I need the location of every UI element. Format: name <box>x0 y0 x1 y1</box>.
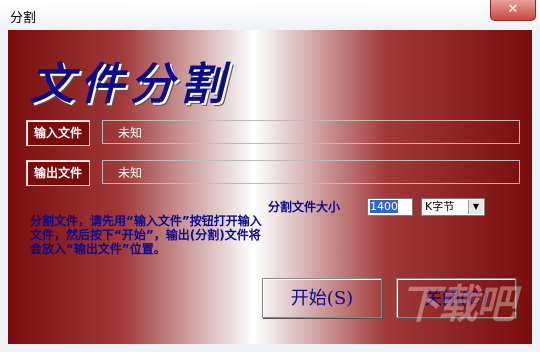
split-size-label: 分割文件大小 <box>268 200 341 214</box>
window-frame-right <box>532 30 540 352</box>
headline-title: 文件分割 <box>30 59 230 110</box>
title-bar: 分割 ✕ <box>0 0 540 31</box>
window-frame-left <box>0 30 8 352</box>
output-file-path[interactable]: 未知 <box>102 160 520 184</box>
watermark-logo: 下载吧 <box>400 282 516 328</box>
dialog-body: 文件分割 输入文件 未知 输出文件 未知 分割文件大小 1400 K字节 ▼ 分… <box>8 30 532 344</box>
split-size-input[interactable]: 1400 <box>367 198 413 216</box>
input-file-button[interactable]: 输入文件 <box>26 120 90 146</box>
size-unit-select[interactable]: K字节 ▼ <box>421 198 485 216</box>
window-frame-bottom <box>0 344 540 352</box>
start-button[interactable]: 开始(S) <box>262 278 382 318</box>
split-window: 分割 ✕ 文件分割 输入文件 未知 输出文件 未知 分割文件大小 1400 K字… <box>0 0 540 352</box>
chevron-down-icon[interactable]: ▼ <box>468 200 483 214</box>
output-file-button[interactable]: 输出文件 <box>26 160 90 186</box>
window-close-button[interactable]: ✕ <box>490 0 536 21</box>
size-unit-value: K字节 <box>425 200 455 213</box>
window-title: 分割 <box>10 11 37 26</box>
input-file-path[interactable]: 未知 <box>102 120 520 144</box>
split-size-value: 1400 <box>370 200 398 213</box>
instructions-text: 分割文件，请先用“输入文件”按钮打开输入文件，然后按下“开始”，输出(分割)文件… <box>30 214 262 256</box>
